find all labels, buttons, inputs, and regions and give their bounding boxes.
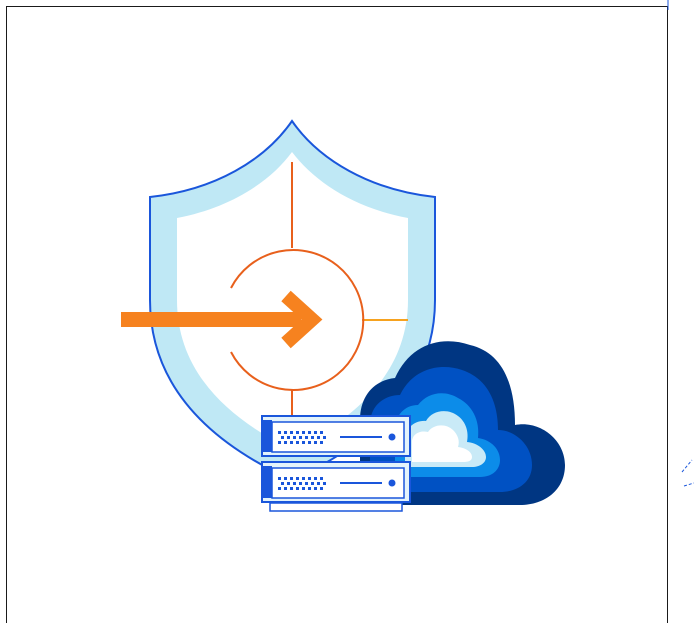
server-base bbox=[269, 502, 403, 512]
server-led-top bbox=[388, 433, 396, 441]
security-illustration bbox=[121, 0, 694, 512]
server-rack-icon bbox=[261, 415, 411, 512]
edge-decoration bbox=[667, 0, 694, 487]
server-led-bottom bbox=[388, 479, 396, 487]
